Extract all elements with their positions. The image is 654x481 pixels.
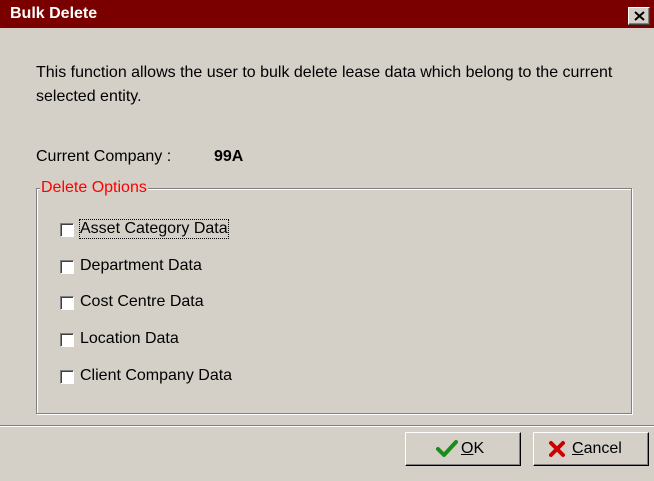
cancel-button-label: Cancel	[572, 440, 622, 458]
cancel-button[interactable]: Cancel	[533, 432, 649, 466]
footer-divider	[0, 425, 654, 427]
current-company-value: 99A	[214, 148, 244, 165]
close-button[interactable]	[628, 7, 650, 25]
delete-options-legend: Delete Options	[40, 179, 148, 197]
client-company-checkbox[interactable]	[60, 370, 74, 384]
ok-label-rest: K	[473, 440, 485, 457]
ok-button[interactable]: OK	[405, 432, 521, 466]
close-icon	[634, 11, 645, 21]
department-checkbox[interactable]	[60, 260, 74, 274]
option-label: Asset Category Data	[79, 219, 229, 239]
checkmark-icon	[436, 440, 458, 457]
cancel-label-rest: ancel	[583, 440, 622, 457]
x-icon	[549, 441, 565, 457]
ok-button-label: OK	[461, 440, 484, 458]
dialog-content: This function allows the user to bulk de…	[0, 28, 654, 425]
option-label: Cost Centre Data	[80, 293, 204, 310]
ok-mnemonic: O	[461, 440, 474, 457]
option-label: Department Data	[80, 257, 202, 274]
intro-text: This function allows the user to bulk de…	[36, 64, 613, 105]
cost-centre-checkbox[interactable]	[60, 296, 74, 310]
current-company-label: Current Company :	[36, 148, 172, 165]
cancel-mnemonic: C	[572, 440, 584, 457]
bulk-delete-dialog: Bulk Delete This function allows the use…	[0, 0, 654, 481]
title-bar[interactable]: Bulk Delete	[0, 0, 654, 28]
location-checkbox[interactable]	[60, 333, 74, 347]
option-label: Location Data	[80, 330, 179, 347]
asset-category-checkbox[interactable]	[60, 223, 74, 237]
option-label: Client Company Data	[80, 367, 233, 384]
window-title: Bulk Delete	[10, 5, 98, 22]
